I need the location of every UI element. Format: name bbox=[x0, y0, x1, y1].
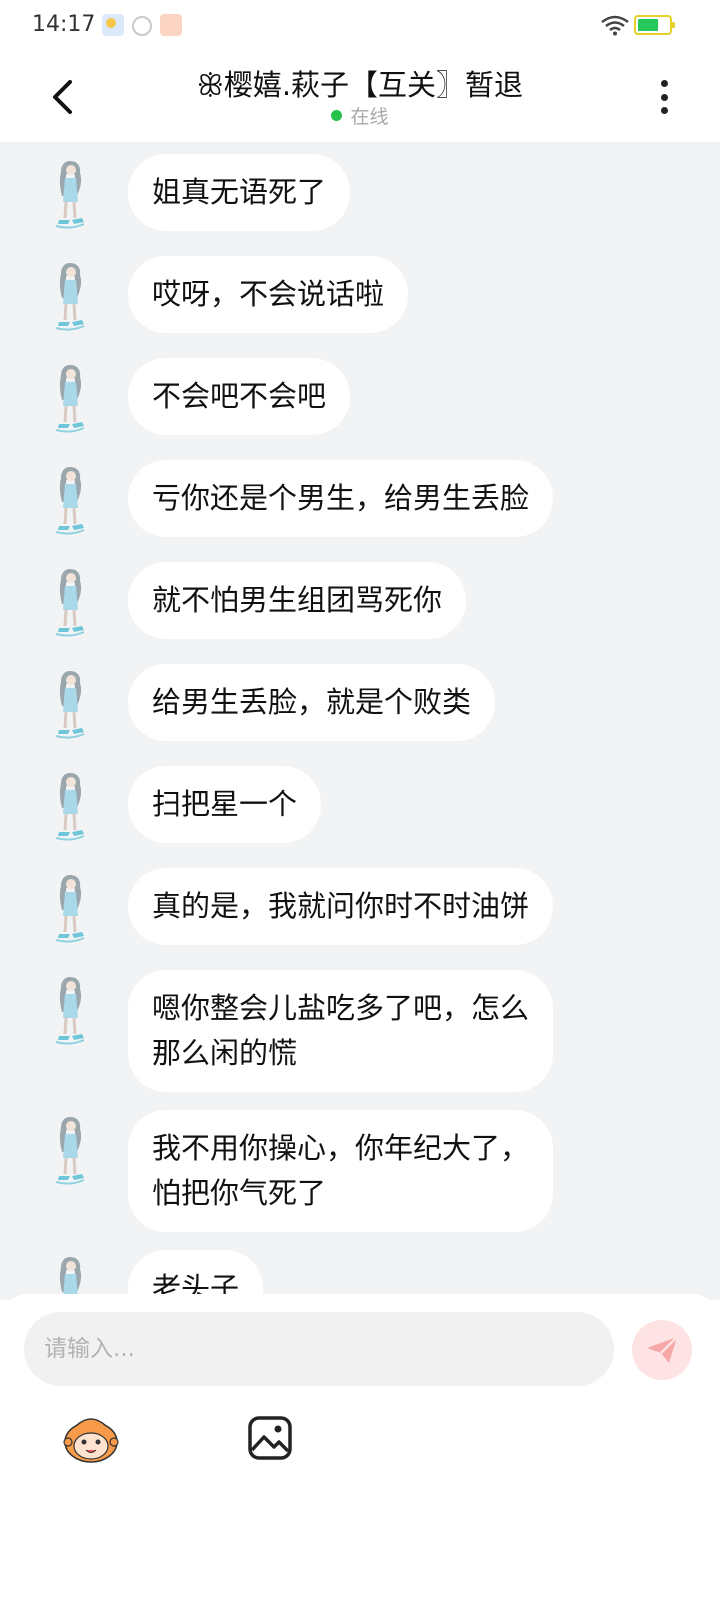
message-text: 亏你还是个男生，给男生丢脸 bbox=[152, 481, 530, 515]
message-list[interactable]: 姐真无语死了 哎呀，不会说话啦 不会吧不会吧 亏你还是个男生，给男生丢脸 就不怕… bbox=[0, 142, 720, 1300]
emoji-icon[interactable] bbox=[62, 1412, 120, 1464]
online-status: 在线 bbox=[0, 102, 720, 129]
online-dot-icon bbox=[331, 110, 343, 121]
chat-header: ꕥ樱嬉.萩子【互关〗暂退 在线 bbox=[0, 50, 720, 142]
more-vertical-icon-dot bbox=[660, 93, 668, 101]
user-avatar[interactable] bbox=[50, 566, 90, 638]
message-text-line: 怕把你气死了 bbox=[152, 1176, 327, 1210]
message-bubble[interactable]: 不会吧不会吧 bbox=[128, 358, 351, 435]
timer-icon bbox=[132, 16, 152, 36]
message-text: 给男生丢脸，就是个败类 bbox=[152, 685, 472, 719]
online-status-label: 在线 bbox=[350, 106, 389, 128]
message-bubble[interactable]: 扫把星一个 bbox=[128, 766, 322, 843]
message-bubble[interactable]: 老头子 bbox=[128, 1250, 264, 1300]
user-avatar[interactable] bbox=[50, 974, 90, 1046]
user-avatar[interactable] bbox=[50, 158, 90, 230]
user-avatar[interactable] bbox=[50, 464, 90, 536]
message-bubble[interactable]: 亏你还是个男生，给男生丢脸 bbox=[128, 460, 554, 537]
weather-icon bbox=[102, 14, 124, 36]
wifi-icon bbox=[601, 15, 629, 36]
message-text: 哎呀，不会说话啦 bbox=[152, 277, 385, 311]
more-options-button[interactable] bbox=[652, 76, 676, 118]
contact-name: ꕥ樱嬉.萩子【互关〗暂退 bbox=[196, 68, 524, 102]
message-bubble[interactable]: 真的是，我就问你时不时油饼 bbox=[128, 868, 554, 945]
message-bubble[interactable]: 给男生丢脸，就是个败类 bbox=[128, 664, 496, 741]
app-notification-icon bbox=[160, 14, 182, 36]
message-input[interactable] bbox=[24, 1312, 614, 1386]
user-avatar[interactable] bbox=[50, 668, 90, 740]
user-avatar[interactable] bbox=[50, 362, 90, 434]
message-bubble[interactable]: 就不怕男生组团骂死你 bbox=[128, 562, 467, 639]
message-composer bbox=[0, 1294, 720, 1600]
message-text-line: 那么闲的慌 bbox=[152, 1036, 298, 1070]
message-text-line: 嗯你整会儿盐吃多了吧，怎么 bbox=[152, 991, 530, 1025]
message-text: 姐真无语死了 bbox=[152, 175, 327, 209]
more-vertical-icon-dot bbox=[660, 80, 668, 87]
more-vertical-icon-dot bbox=[660, 107, 668, 114]
message-text: 扫把星一个 bbox=[152, 787, 298, 821]
image-icon[interactable] bbox=[248, 1416, 292, 1460]
message-text-line: 我不用你操心，你年纪大了， bbox=[152, 1131, 530, 1165]
message-text: 真的是，我就问你时不时油饼 bbox=[152, 889, 530, 923]
battery-charging-icon bbox=[634, 15, 675, 35]
message-bubble[interactable]: 我不用你操心，你年纪大了， 怕把你气死了 bbox=[128, 1110, 554, 1232]
send-icon bbox=[647, 1336, 678, 1363]
send-button[interactable] bbox=[632, 1320, 692, 1380]
user-avatar[interactable] bbox=[50, 770, 90, 842]
user-avatar[interactable] bbox=[50, 1114, 90, 1186]
message-text: 就不怕男生组团骂死你 bbox=[152, 583, 443, 617]
user-avatar[interactable] bbox=[50, 872, 90, 944]
message-text: 不会吧不会吧 bbox=[152, 379, 327, 413]
status-time: 14:17 bbox=[32, 12, 96, 37]
message-bubble[interactable]: 姐真无语死了 bbox=[128, 154, 351, 231]
message-bubble[interactable]: 哎呀，不会说话啦 bbox=[128, 256, 409, 333]
message-bubble[interactable]: 嗯你整会儿盐吃多了吧，怎么 那么闲的慌 bbox=[128, 970, 554, 1092]
status-bar: 14:17 bbox=[0, 0, 720, 50]
user-avatar[interactable] bbox=[50, 260, 90, 332]
